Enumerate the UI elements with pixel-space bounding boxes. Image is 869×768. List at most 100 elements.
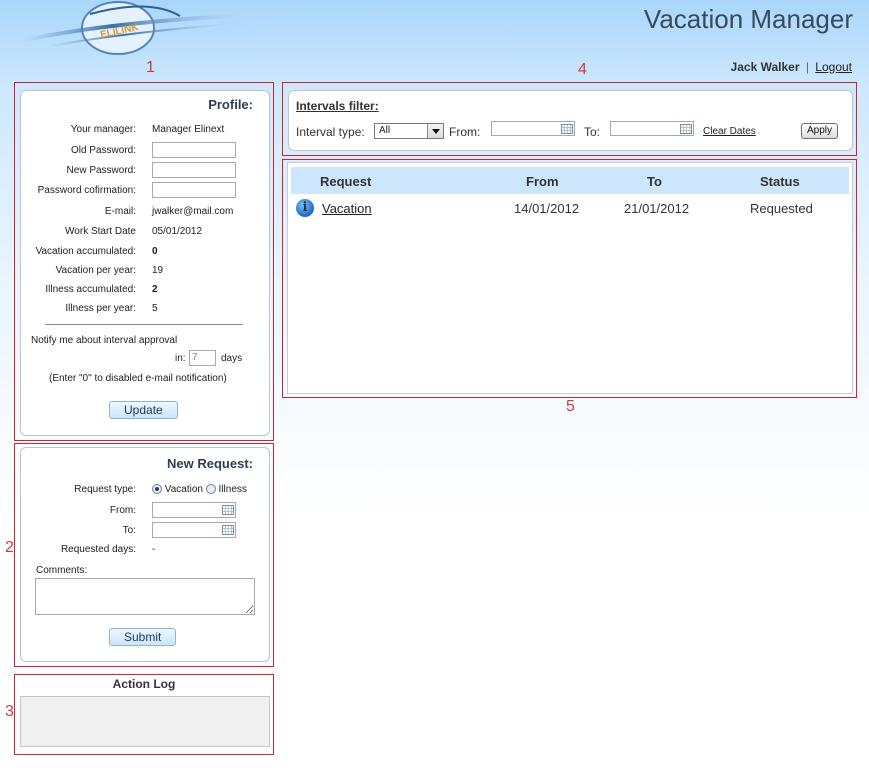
vacation-per-year-row: Vacation per year: 19: [21, 265, 269, 283]
manager-row: Your manager: Manager Elinext: [21, 123, 269, 141]
vacation-accumulated-row: Vacation accumulated: 0: [21, 246, 269, 264]
interval-type-label: Interval type:: [296, 125, 365, 139]
user-bar: Jack Walker | Logout: [731, 60, 852, 74]
annotation-4: 4: [578, 61, 587, 78]
profile-panel: Profile: Your manager: Manager Elinext O…: [20, 90, 270, 436]
vacation-accumulated-label: Vacation accumulated:: [35, 246, 136, 257]
requested-days-value: -: [152, 544, 156, 555]
annotation-5: 5: [566, 398, 575, 415]
calendar-icon[interactable]: [222, 525, 234, 535]
annotation-2: 2: [5, 539, 14, 556]
email-row: E-mail: jwalker@mail.com: [21, 206, 269, 224]
row-status: Requested: [750, 201, 813, 216]
submit-button[interactable]: Submit: [109, 628, 177, 646]
work-start-row: Work Start Date 05/01/2012: [21, 226, 269, 244]
password-confirm-field[interactable]: [152, 182, 236, 198]
vacation-per-year-value: 19: [152, 265, 164, 276]
table-row[interactable]: i Vacation 14/01/2012 21/01/2012 Request…: [288, 197, 852, 223]
calendar-icon[interactable]: [561, 124, 573, 134]
requested-days-label: Requested days:: [60, 544, 136, 555]
request-from-row: From:: [21, 502, 269, 520]
requested-days-row: Requested days: -: [21, 544, 269, 562]
old-password-field[interactable]: [152, 142, 236, 158]
new-request-title: New Request:: [167, 456, 253, 471]
info-icon[interactable]: i: [296, 199, 314, 217]
new-request-panel: New Request: Request type: Vacation Illn…: [20, 447, 270, 662]
elilink-logo: ELILINK: [20, 0, 280, 66]
new-password-label: New Password:: [66, 165, 136, 176]
logo-swoosh-icon: [24, 1, 276, 55]
manager-label: Your manager:: [70, 124, 136, 135]
request-to-row: To:: [21, 522, 269, 540]
illness-per-year-label: Illness per year:: [65, 303, 136, 314]
illness-accumulated-value: 2: [152, 284, 158, 295]
filter-from-label: From:: [449, 125, 481, 139]
email-value: jwalker@mail.com: [152, 206, 234, 217]
separator: |: [805, 60, 809, 74]
annotation-3: 3: [5, 703, 14, 720]
filter-from-field[interactable]: [491, 121, 575, 136]
row-from: 14/01/2012: [514, 201, 580, 216]
update-button[interactable]: Update: [109, 401, 178, 419]
column-request[interactable]: Request: [320, 174, 371, 189]
vacation-per-year-label: Vacation per year:: [55, 265, 136, 276]
clear-dates-link[interactable]: Clear Dates: [703, 126, 756, 137]
request-to-label: To:: [122, 525, 136, 536]
request-link[interactable]: Vacation: [322, 201, 372, 216]
work-start-value: 05/01/2012: [152, 226, 203, 237]
illness-per-year-value: 5: [152, 303, 158, 314]
illness-accumulated-label: Illness accumulated:: [45, 284, 136, 295]
profile-title: Profile:: [208, 97, 253, 112]
request-from-field[interactable]: [152, 502, 236, 518]
calendar-icon[interactable]: [680, 124, 692, 134]
request-from-label: From:: [109, 505, 136, 516]
filter-panel: Intervals filter: Interval type: All Fro…: [288, 90, 853, 151]
filter-to-field[interactable]: [610, 121, 694, 136]
old-password-label: Old Password:: [70, 145, 136, 156]
chevron-down-icon[interactable]: [427, 124, 443, 138]
action-log-area: [20, 696, 270, 747]
illness-accumulated-row: Illness accumulated: 2: [21, 284, 269, 302]
apply-button[interactable]: Apply: [801, 123, 839, 139]
request-type-row: Request type: Vacation Illness: [21, 484, 269, 502]
days-label: days: [221, 353, 243, 364]
column-from[interactable]: From: [526, 174, 559, 189]
annotation-1: 1: [146, 59, 155, 76]
action-log-region: Action Log: [14, 674, 274, 755]
work-start-label: Work Start Date: [65, 226, 136, 237]
password-confirm-label: Password cofirmation:: [37, 185, 136, 196]
illness-radio[interactable]: [205, 484, 216, 494]
vacation-radio[interactable]: [152, 484, 162, 494]
app-title: Vacation Manager: [643, 4, 853, 34]
action-log-title: Action Log: [112, 677, 176, 691]
filter-region: Intervals filter: Interval type: All Fro…: [282, 82, 857, 156]
request-type-label: Request type:: [74, 484, 136, 495]
request-type-options: Vacation Illness: [152, 484, 247, 495]
column-to[interactable]: To: [647, 174, 662, 189]
password-confirm-row: Password cofirmation:: [21, 182, 269, 200]
row-to: 21/01/2012: [624, 201, 690, 216]
old-password-row: Old Password:: [21, 142, 269, 160]
comments-field[interactable]: [35, 578, 255, 615]
illness-per-year-row: Illness per year: 5: [21, 303, 269, 321]
profile-divider: [45, 324, 243, 325]
logout-link[interactable]: Logout: [815, 60, 852, 74]
notify-label: Notify me about interval approval: [31, 335, 178, 346]
interval-type-value: All: [379, 125, 391, 136]
requests-region: Request From To Status i Vacation 14/01/…: [282, 159, 857, 398]
column-status[interactable]: Status: [760, 174, 800, 189]
new-password-field[interactable]: [152, 162, 236, 178]
profile-region: Profile: Your manager: Manager Elinext O…: [14, 82, 274, 441]
email-label: E-mail:: [104, 206, 136, 217]
interval-type-select[interactable]: All: [374, 123, 444, 139]
manager-value: Manager Elinext: [152, 124, 225, 135]
calendar-icon[interactable]: [222, 505, 234, 515]
user-name: Jack Walker: [730, 60, 800, 74]
new-request-region: New Request: Request type: Vacation Illn…: [14, 443, 274, 667]
notify-hint: (Enter "0" to disabled e-mail notificati…: [49, 373, 227, 384]
request-to-field[interactable]: [152, 522, 236, 538]
notify-days-field[interactable]: 7: [189, 350, 216, 366]
vacation-option-label: Vacation: [164, 484, 203, 495]
new-password-row: New Password:: [21, 162, 269, 180]
filter-title: Intervals filter:: [296, 99, 379, 113]
